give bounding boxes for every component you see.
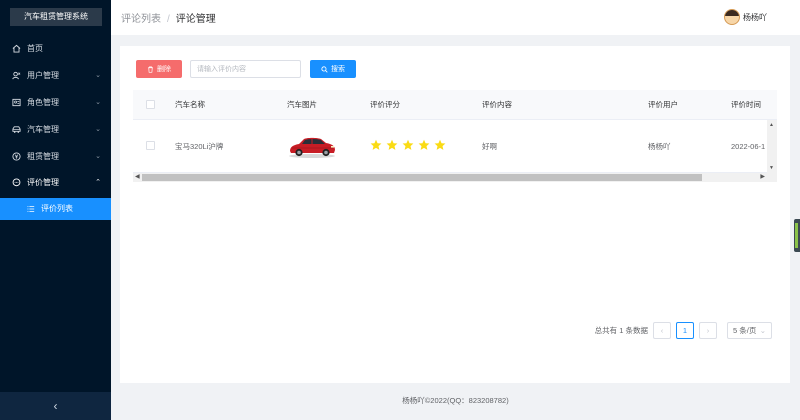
column-header: 汽车图片	[287, 100, 317, 109]
scroll-right-icon[interactable]: ▶	[760, 173, 765, 182]
search-input[interactable]	[190, 60, 301, 78]
column-header: 汽车名称	[175, 100, 205, 109]
page-size-value: 5 条/页	[733, 326, 757, 335]
home-icon	[12, 44, 21, 53]
chevron-down-icon: ⌄	[759, 326, 766, 335]
chevron-down-icon: ⌄	[95, 153, 101, 160]
menu-item-home[interactable]: 首页	[0, 35, 111, 62]
menu-item-rentals[interactable]: 租赁管理 ⌄	[0, 143, 111, 170]
role-icon	[12, 98, 21, 107]
search-icon	[321, 65, 328, 73]
scrollbar-thumb[interactable]	[142, 174, 702, 181]
side-widget-tab[interactable]	[794, 219, 800, 252]
trash-icon	[148, 65, 153, 73]
select-all-checkbox[interactable]	[146, 100, 155, 109]
chevron-down-icon: ⌄	[95, 99, 101, 106]
star-icon	[402, 139, 414, 150]
car-image	[287, 133, 337, 159]
page-number[interactable]: 1	[676, 322, 694, 339]
pagination: 总共有 1 条数据 ‹ 1 › 5 条/页 ⌄	[595, 322, 772, 339]
content-card: 删除 搜索 汽车名称 汽车图片 评价评分 评价内容 评价用户 评价时间 宝马32…	[120, 46, 790, 383]
vertical-scrollbar[interactable]: ▲ ▼	[767, 120, 777, 173]
page-size-select[interactable]: 5 条/页 ⌄	[727, 322, 772, 339]
menu-label: 角色管理	[27, 98, 59, 107]
breadcrumb-separator: /	[167, 14, 170, 25]
top-header: 评论列表 / 评论管理 杨杨吖	[111, 0, 800, 35]
menu-label: 汽车管理	[27, 125, 59, 134]
menu-label: 租赁管理	[27, 152, 59, 161]
avatar	[724, 9, 740, 25]
column-header: 评价评分	[370, 100, 400, 109]
menu-item-roles[interactable]: 角色管理 ⌄	[0, 89, 111, 116]
rental-icon	[12, 152, 21, 161]
table-row[interactable]: 宝马320Li沪牌 好啊 杨杨吖 2022-06-1	[133, 120, 777, 173]
menu-item-review-list[interactable]: 评价列表	[0, 198, 111, 220]
next-page-button[interactable]: ›	[699, 322, 717, 339]
chevron-down-icon: ⌄	[95, 126, 101, 133]
menu-label: 用户管理	[27, 71, 59, 80]
car-name-cell: 宝马320Li沪牌	[175, 142, 224, 151]
scroll-left-icon[interactable]: ◀	[135, 173, 140, 182]
reviews-table: 汽车名称 汽车图片 评价评分 评价内容 评价用户 评价时间 宝马320Li沪牌	[133, 90, 777, 182]
star-icon	[386, 139, 398, 150]
review-time-cell: 2022-06-1	[731, 142, 766, 151]
chevron-left-icon: ‹	[660, 326, 664, 335]
delete-label: 删除	[157, 66, 171, 73]
app-logo: 汽车租赁管理系统	[10, 8, 102, 26]
column-header: 评价时间	[731, 100, 761, 109]
star-icon	[370, 139, 382, 150]
user-icon	[12, 71, 21, 80]
review-content-cell: 好啊	[482, 142, 497, 151]
user-name: 杨杨吖	[743, 12, 767, 22]
scroll-up-icon[interactable]: ▲	[769, 122, 774, 128]
star-icon	[418, 139, 430, 150]
user-menu[interactable]: 杨杨吖	[724, 9, 767, 25]
search-label: 搜索	[331, 66, 345, 73]
row-checkbox[interactable]	[146, 141, 155, 150]
delete-button[interactable]: 删除	[136, 60, 182, 78]
menu-label: 评价列表	[41, 204, 73, 213]
comment-icon	[12, 178, 21, 187]
prev-page-button[interactable]: ‹	[653, 322, 671, 339]
breadcrumb: 评论列表 / 评论管理	[121, 10, 216, 25]
search-button[interactable]: 搜索	[310, 60, 356, 78]
column-header: 评价内容	[482, 100, 512, 109]
scroll-down-icon[interactable]: ▼	[769, 165, 774, 171]
total-count: 总共有 1 条数据	[594, 326, 648, 335]
menu-label: 首页	[27, 44, 43, 53]
chevron-down-icon: ⌄	[95, 72, 101, 79]
breadcrumb-current: 评论管理	[175, 14, 216, 25]
list-icon	[26, 205, 35, 214]
menu-item-users[interactable]: 用户管理 ⌄	[0, 62, 111, 89]
toolbar: 删除 搜索	[136, 60, 356, 78]
rating-stars	[370, 139, 446, 151]
menu-item-reviews[interactable]: 评价管理 ⌃	[0, 169, 111, 196]
sidebar: 汽车租赁管理系统 首页 用户管理 ⌄ 角色管理 ⌄ 汽车管理 ⌄ 租赁管理 ⌄	[0, 0, 111, 420]
menu-item-cars[interactable]: 汽车管理 ⌄	[0, 116, 111, 143]
review-user-cell: 杨杨吖	[648, 142, 671, 151]
footer: 杨杨吖©2022(QQ：823208782)	[402, 396, 509, 405]
horizontal-scrollbar[interactable]: ◀ ▶	[133, 173, 777, 182]
car-icon	[12, 125, 21, 134]
collapse-sidebar-button[interactable]: ‹	[0, 392, 111, 420]
chevron-left-icon: ‹	[53, 399, 58, 413]
breadcrumb-item[interactable]: 评论列表	[121, 14, 161, 25]
column-header: 评价用户	[648, 100, 678, 109]
star-icon	[434, 139, 446, 150]
menu-label: 评价管理	[27, 178, 59, 187]
table-header: 汽车名称 汽车图片 评价评分 评价内容 评价用户 评价时间	[133, 90, 777, 120]
chevron-right-icon: ›	[706, 326, 710, 335]
chevron-up-icon: ⌃	[95, 179, 101, 186]
